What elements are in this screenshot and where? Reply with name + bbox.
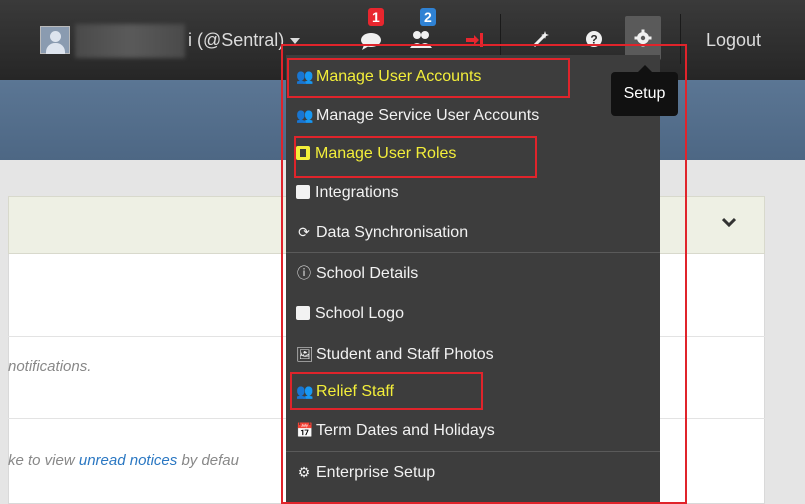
annotation-outline-manage-user-roles bbox=[294, 136, 537, 178]
redacted-username bbox=[75, 24, 185, 58]
annotation-outline-relief-staff bbox=[290, 372, 483, 410]
unread-prefix: ke to view bbox=[8, 452, 79, 469]
annotation-outline-manage-user-accounts bbox=[287, 58, 570, 98]
annotation-outline-menu bbox=[281, 44, 687, 504]
user-menu-label: i (@Sentral) bbox=[188, 30, 285, 50]
people-count-badge: 2 bbox=[420, 8, 436, 26]
unread-notices-link[interactable]: unread notices bbox=[79, 452, 177, 469]
unread-notices-text: ke to view unread notices by defau bbox=[8, 452, 239, 469]
messages-count-badge: 1 bbox=[368, 8, 384, 26]
notifications-text: notifications. bbox=[8, 358, 92, 375]
unread-suffix: by defau bbox=[177, 452, 239, 469]
chevron-down-icon[interactable] bbox=[721, 214, 737, 232]
user-avatar[interactable] bbox=[40, 26, 70, 54]
logout-link[interactable]: Logout bbox=[706, 30, 761, 51]
